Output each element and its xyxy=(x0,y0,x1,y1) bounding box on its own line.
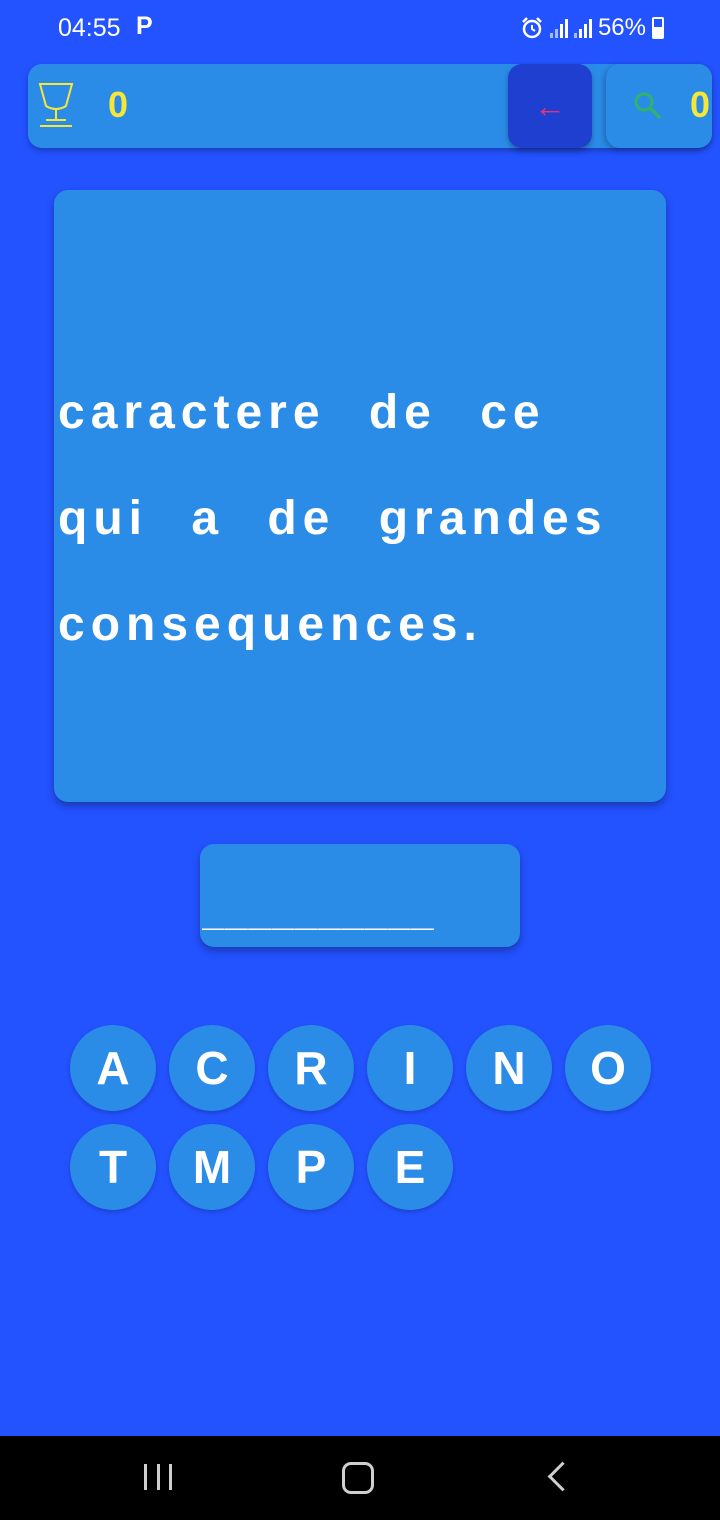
letter-key-a[interactable]: A xyxy=(70,1025,156,1111)
status-icons: 56% xyxy=(520,14,664,42)
letter-key-i[interactable]: I xyxy=(367,1025,453,1111)
battery-icon xyxy=(652,17,664,39)
trophy-icon xyxy=(38,83,74,127)
letter-key-t[interactable]: T xyxy=(70,1124,156,1210)
hint-button[interactable]: 0 xyxy=(606,64,712,148)
clue-card: caractere de ce qui a de grandes consequ… xyxy=(54,190,666,802)
recent-apps-icon[interactable] xyxy=(144,1464,172,1490)
top-bar: 0 ← 0 xyxy=(28,64,712,148)
letter-key-p[interactable]: P xyxy=(268,1124,354,1210)
signal-icon xyxy=(573,18,592,38)
arrow-left-icon: ← xyxy=(534,88,566,124)
notification-icon: P xyxy=(136,12,153,40)
status-time: 04:55 xyxy=(58,14,121,42)
clue-text: caractere de ce qui a de grandes consequ… xyxy=(58,386,608,651)
status-bar: 04:55 P 56% xyxy=(0,0,720,58)
back-button[interactable]: ← xyxy=(508,64,592,148)
letter-key-e[interactable]: E xyxy=(367,1124,453,1210)
letter-key-c[interactable]: C xyxy=(169,1025,255,1111)
letter-key-r[interactable]: R xyxy=(268,1025,354,1111)
letter-key-o[interactable]: O xyxy=(565,1025,651,1111)
back-icon[interactable] xyxy=(547,1461,578,1492)
home-icon[interactable] xyxy=(342,1462,374,1494)
score-value: 0 xyxy=(108,84,129,125)
letter-key-n[interactable]: N xyxy=(466,1025,552,1111)
battery-percent: 56% xyxy=(597,14,646,41)
nav-bar xyxy=(0,1436,720,1520)
signal-icon xyxy=(549,18,568,38)
answer-box[interactable]: __________ xyxy=(200,844,520,947)
answer-slots: __________ xyxy=(202,890,435,934)
search-icon xyxy=(634,92,661,119)
hint-count: 0 xyxy=(690,84,711,125)
alarm-icon xyxy=(522,17,542,39)
letter-key-m[interactable]: M xyxy=(169,1124,255,1210)
